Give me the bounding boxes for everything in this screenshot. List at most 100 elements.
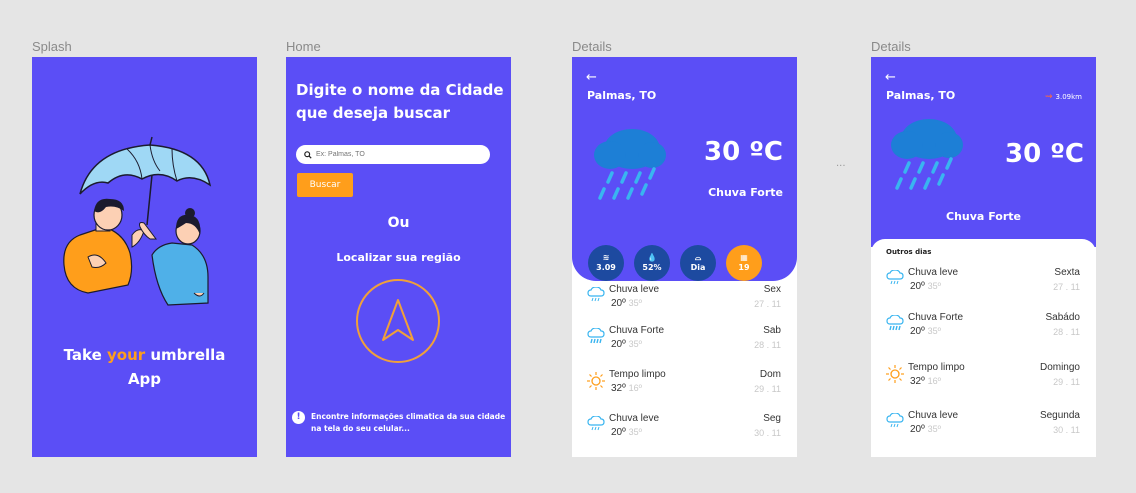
forecast-day: Sab [763, 325, 781, 336]
search-bar[interactable] [296, 145, 490, 164]
forecast-temps: 32º 16º [611, 383, 642, 394]
forecast-min: 20º [910, 424, 925, 435]
umbrella-couple-illustration [63, 136, 212, 306]
details-screen-alt: ← Palmas, TO ⇝ 3.09km 30 ºC Chuva Forte O… [871, 57, 1096, 457]
forecast-max: 35º [628, 427, 642, 437]
navigation-arrow-icon [382, 299, 414, 341]
forecast-min: 32º [910, 376, 925, 387]
list-item[interactable]: Chuva leve 20º 35º Sex 27 . 11 [572, 283, 797, 323]
other-days-title: Outros dias [886, 248, 932, 256]
or-label: Ou [387, 215, 410, 231]
splash-title-line2: App [127, 370, 162, 388]
list-item[interactable]: Chuva Forte 20º 35º Sab 28 . 11 [572, 324, 797, 364]
back-arrow-icon[interactable]: ← [586, 70, 597, 85]
distance-badge: ⇝ 3.09km [1045, 92, 1082, 102]
light-rain-icon [886, 270, 904, 285]
light-rain-icon [587, 416, 605, 431]
light-rain-icon [886, 413, 904, 428]
info-text: Encontre informações climatica da sua ci… [311, 412, 506, 433]
list-item[interactable]: Tempo limpo 32º 16º Dom 29 . 11 [572, 368, 797, 408]
forecast-min: 32º [611, 383, 626, 394]
humidity-pill[interactable]: 💧 52% [634, 245, 670, 281]
search-icon [304, 150, 312, 159]
heavy-rain-icon [886, 315, 904, 331]
forecast-condition: Tempo limpo [609, 369, 666, 380]
flow-separator: ... [836, 158, 846, 169]
forecast-day: Domingo [1039, 362, 1080, 373]
forecast-date: 29 . 11 [754, 384, 781, 394]
forecast-max: 35º [927, 326, 941, 336]
wind-pill[interactable]: ≋ 3.09 [588, 245, 624, 281]
splash-title-text: Take [63, 346, 107, 364]
frame-label-details-alt: Details [871, 39, 911, 54]
splash-screen: Take your umbrella App [32, 57, 257, 457]
forecast-temps: 20º 35º [910, 424, 941, 435]
forecast-date: 29 . 11 [1053, 377, 1080, 387]
search-input[interactable] [316, 151, 476, 158]
forecast-condition: Chuva leve [908, 410, 959, 421]
wind-icon: ≋ [602, 253, 610, 262]
forecast-min: 20º [611, 339, 626, 350]
locate-region-label: Localizar sua região [336, 251, 461, 264]
forecast-temps: 32º 16º [910, 376, 941, 387]
list-item[interactable]: Chuva Forte 20º 35º Sabádo 28 . 11 [871, 311, 1096, 351]
city-name: Palmas, TO [886, 89, 956, 102]
info-icon: ! [292, 411, 305, 424]
forecast-temps: 20º 35º [910, 281, 941, 292]
forecast-min: 20º [611, 427, 626, 438]
forecast-day: Segunda [1039, 410, 1080, 421]
wind-value: 3.09 [596, 263, 616, 272]
daytime-value: Dia [690, 263, 706, 272]
forecast-temps: 20º 35º [611, 298, 642, 309]
forecast-day: Dom [759, 369, 781, 380]
forecast-date: 27 . 11 [754, 299, 781, 309]
calendar-icon: ▦ [740, 253, 748, 262]
splash-title-text-2: umbrella [145, 346, 226, 364]
humidity-icon: 💧 [647, 253, 657, 262]
temperature: 30 ºC [704, 137, 783, 167]
home-heading: Digite o nome da Cidade que deseja busca… [296, 81, 504, 122]
frame-label-details: Details [572, 39, 612, 54]
info-message: ! Encontre informações climatica da sua … [292, 411, 506, 435]
forecast-min: 20º [910, 281, 925, 292]
search-button[interactable]: Buscar [297, 173, 353, 197]
forecast-max: 16º [628, 383, 642, 393]
forecast-max: 35º [628, 298, 642, 308]
list-item[interactable]: Chuva leve 20º 35º Seg 30 . 11 [572, 412, 797, 452]
forecast-max: 35º [628, 339, 642, 349]
weather-condition: Chuva Forte [946, 210, 1021, 223]
list-item[interactable]: Chuva leve 20º 35º Segunda 30 . 11 [871, 409, 1096, 449]
forecast-condition: Chuva leve [908, 267, 959, 278]
list-item[interactable]: Tempo limpo 32º 16º Domingo 29 . 11 [871, 361, 1096, 401]
forecast-max: 16º [927, 376, 941, 386]
forecast-day: Seg [763, 413, 781, 424]
forecast-condition: Chuva leve [609, 413, 660, 424]
forecast-day: Sabádo [1045, 312, 1080, 323]
heavy-rain-cloud-icon [891, 119, 963, 190]
back-arrow-icon[interactable]: ← [885, 70, 896, 85]
locate-button[interactable] [356, 279, 440, 363]
sun-icon [886, 365, 904, 383]
heavy-rain-cloud-icon [594, 129, 666, 200]
frame-label-splash: Splash [32, 39, 72, 54]
forecast-date: 27 . 11 [1053, 282, 1080, 292]
details-screen: ← Palmas, TO 30 ºC Chuva Forte ≋ 3.09 💧 52… [572, 57, 797, 457]
forecast-max: 35º [927, 424, 941, 434]
forecast-condition: Chuva leve [609, 284, 660, 295]
wind-direction-icon: ⇝ [1044, 92, 1053, 102]
forecast-date: 28 . 11 [754, 340, 781, 350]
frame-label-home: Home [286, 39, 321, 54]
forecast-temps: 20º 35º [611, 339, 642, 350]
list-item[interactable]: Chuva leve 20º 35º Sexta 27 . 11 [871, 266, 1096, 306]
forecast-temps: 20º 35º [611, 427, 642, 438]
sun-icon [587, 372, 605, 390]
daytime-pill[interactable]: ⌓ Dia [680, 245, 716, 281]
home-screen: Digite o nome da Cidade que deseja busca… [286, 57, 511, 457]
calendar-pill[interactable]: ▦ 19 [726, 245, 762, 281]
forecast-day: Sex [763, 284, 781, 295]
city-name: Palmas, TO [587, 89, 657, 102]
light-rain-icon [587, 287, 605, 302]
forecast-min: 20º [910, 326, 925, 337]
weather-condition: Chuva Forte [708, 186, 783, 199]
forecast-condition: Chuva Forte [609, 325, 665, 336]
